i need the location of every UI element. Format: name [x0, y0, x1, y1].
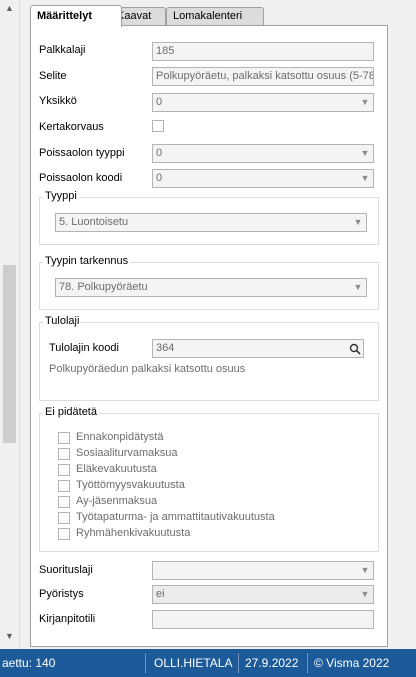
vertical-scrollbar[interactable]: ▲ ▼ — [0, 0, 20, 649]
pyoristys-label: Pyöristys — [39, 588, 84, 600]
checkbox[interactable] — [58, 448, 70, 460]
checkbox-label: Sosiaaliturvamaksua — [76, 447, 178, 459]
tulolaji-description: Polkupyöräedun palkaksi katsottu osuus — [49, 363, 246, 375]
checkbox-label: Työttömyysvakuutusta — [76, 479, 185, 491]
tab-lomakalenteri[interactable]: Lomakalenteri — [166, 7, 264, 25]
tulolajin-koodi-label: Tulolajin koodi — [49, 342, 119, 354]
status-user: OLLI.HIETALA — [154, 656, 233, 670]
poissaolon-tyyppi-label: Poissaolon tyyppi — [39, 147, 125, 159]
tulolajin-koodi-field[interactable]: 364 — [152, 339, 364, 358]
status-divider — [238, 653, 239, 673]
tyyppi-select[interactable]: 5. Luontoisetu ▼ — [55, 213, 367, 232]
definitions-panel: Palkkalaji 185 Selite Polkupyöräetu, pal… — [30, 25, 388, 647]
checkbox[interactable] — [58, 512, 70, 524]
tab-label: Määrittelyt — [37, 10, 93, 22]
tab-label: Kaavat — [117, 10, 152, 22]
palkkalaji-value: 185 — [156, 45, 175, 57]
ei-pidateta-group-title: Ei pidätetä — [43, 406, 99, 418]
suorituslaji-select[interactable]: ▼ — [152, 561, 374, 580]
checkbox[interactable] — [58, 480, 70, 492]
yksikko-select[interactable]: 0 ▼ — [152, 93, 374, 112]
scrollbar-thumb[interactable] — [3, 265, 16, 443]
tab-label: Lomakalenteri — [173, 10, 243, 22]
poissaolon-koodi-value: 0 — [156, 172, 163, 184]
tab-maarittelyt[interactable]: Määrittelyt — [30, 5, 122, 27]
kertakorvaus-checkbox[interactable] — [152, 120, 164, 132]
kirjanpitotili-label: Kirjanpitotili — [39, 613, 96, 625]
status-copyright: © Visma 2022 — [314, 656, 390, 670]
checkbox[interactable] — [58, 464, 70, 476]
chevron-down-icon[interactable]: ▼ — [357, 145, 373, 162]
palkkalaji-field[interactable]: 185 — [152, 42, 374, 61]
status-bar: aettu: 140 OLLI.HIETALA 27.9.2022 © Vism… — [0, 649, 416, 677]
chevron-down-icon[interactable]: ▼ — [357, 586, 373, 603]
chevron-down-icon[interactable]: ▼ — [357, 170, 373, 187]
status-date: 27.9.2022 — [245, 656, 299, 670]
pyoristys-select[interactable]: ei ▼ — [152, 585, 374, 604]
selite-label: Selite — [39, 70, 67, 82]
yksikko-value: 0 — [156, 96, 163, 108]
tyyppi-group-title: Tyyppi — [43, 190, 79, 202]
status-record-count: aettu: 140 — [2, 656, 56, 670]
tyypin-tarkennus-group-title: Tyypin tarkennus — [43, 255, 131, 267]
chevron-down-icon[interactable]: ▼ — [357, 562, 373, 579]
suorituslaji-label: Suorituslaji — [39, 564, 93, 576]
poissaolon-koodi-select[interactable]: 0 ▼ — [152, 169, 374, 188]
tyypin-tarkennus-select[interactable]: 78. Polkupyöräetu ▼ — [55, 278, 367, 297]
tulolaji-group-title: Tulolaji — [43, 315, 82, 327]
scroll-up-icon[interactable]: ▲ — [0, 0, 19, 17]
kertakorvaus-label: Kertakorvaus — [39, 121, 104, 133]
search-icon[interactable] — [347, 340, 363, 357]
selite-value: Polkupyöräetu, palkaksi katsottu osuus (… — [156, 70, 374, 82]
chevron-down-icon[interactable]: ▼ — [357, 94, 373, 111]
poissaolon-tyyppi-value: 0 — [156, 147, 163, 159]
status-divider — [307, 653, 308, 673]
checkbox[interactable] — [58, 432, 70, 444]
checkbox-label: Ennakonpidätystä — [76, 431, 164, 443]
status-divider — [145, 653, 146, 673]
checkbox-label: Ay-jäsenmaksua — [76, 495, 158, 507]
palkkalaji-label: Palkkalaji — [39, 44, 86, 56]
tyyppi-value: 5. Luontoisetu — [59, 216, 129, 228]
checkbox-label: Työtapaturma- ja ammattitautivakuutusta — [76, 511, 275, 523]
poissaolon-tyyppi-select[interactable]: 0 ▼ — [152, 144, 374, 163]
yksikko-label: Yksikkö — [39, 95, 77, 107]
chevron-down-icon[interactable]: ▼ — [350, 214, 366, 231]
poissaolon-koodi-label: Poissaolon koodi — [39, 172, 123, 184]
checkbox[interactable] — [58, 496, 70, 508]
tulolaji-group — [39, 322, 379, 401]
tyypin-tarkennus-value: 78. Polkupyöräetu — [59, 281, 148, 293]
kirjanpitotili-field[interactable] — [152, 610, 374, 629]
checkbox-label: Eläkevakuutusta — [76, 463, 157, 475]
scroll-down-icon[interactable]: ▼ — [0, 628, 19, 645]
chevron-down-icon[interactable]: ▼ — [350, 279, 366, 296]
checkbox[interactable] — [58, 528, 70, 540]
tulolajin-koodi-value: 364 — [156, 342, 175, 354]
checkbox-label: Ryhmähenkivakuutusta — [76, 527, 191, 539]
pyoristys-value: ei — [156, 588, 165, 600]
selite-field[interactable]: Polkupyöräetu, palkaksi katsottu osuus (… — [152, 67, 374, 86]
